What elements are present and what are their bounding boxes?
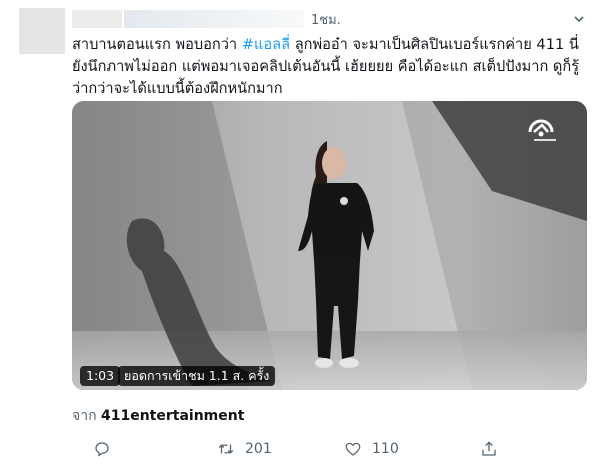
video-player[interactable] (72, 101, 587, 390)
tweet-text: สาบานตอนแรก พอบอกว่า #แอลลี่ ลูกพ่ออ๋า จ… (72, 34, 587, 100)
hashtag-link[interactable]: #แอลลี่ (242, 36, 290, 53)
source-prefix: จาก (72, 408, 97, 424)
chevron-down-icon[interactable] (573, 13, 585, 25)
source-account-link[interactable]: 411entertainment (101, 408, 244, 424)
author-name-blurred[interactable] (72, 10, 122, 28)
video-duration-badge: 1:03 (80, 366, 121, 386)
like-count: 110 (372, 441, 399, 457)
heart-icon (345, 442, 361, 456)
action-bar: 201 110 (72, 436, 587, 462)
like-button[interactable]: 110 (344, 436, 399, 462)
reply-button[interactable] (93, 436, 121, 462)
tweet-timestamp[interactable]: 1ชม. (311, 9, 341, 30)
tweet-text-part: สาบานตอนแรก พอบอกว่า (72, 36, 242, 53)
retweet-icon (218, 444, 234, 454)
video-source: จาก 411entertainment (72, 405, 244, 427)
reply-icon (95, 442, 109, 457)
video-frame (72, 101, 587, 390)
avatar[interactable] (19, 8, 65, 54)
retweet-count: 201 (245, 441, 272, 457)
share-icon (482, 441, 496, 456)
author-handle-blurred[interactable] (124, 10, 304, 28)
video-views-badge: ยอดการเข้าชม 1.1 ส. ครั้ง (118, 366, 276, 386)
retweet-button[interactable]: 201 (217, 436, 272, 462)
share-button[interactable] (480, 436, 508, 462)
tweet-card: 1ชม. สาบานตอนแรก พอบอกว่า #แอลลี่ ลูกพ่อ… (0, 0, 600, 468)
